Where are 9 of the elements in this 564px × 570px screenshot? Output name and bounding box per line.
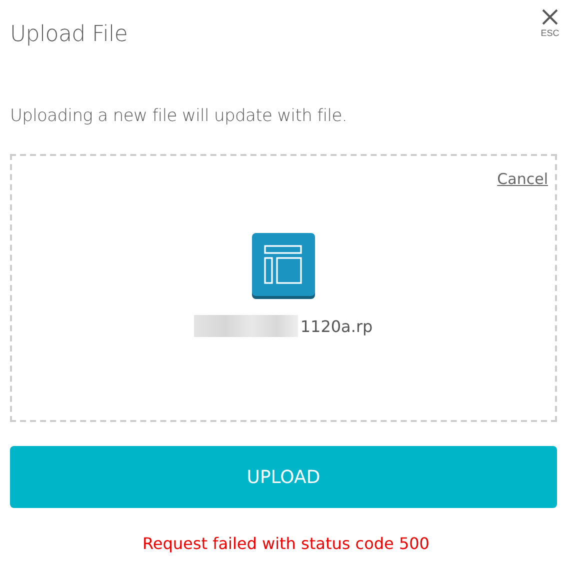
file-icon <box>252 233 315 299</box>
close-button[interactable]: ESC <box>536 8 564 60</box>
drop-zone[interactable]: Cancel 1120a.rp <box>10 154 557 422</box>
dialog-title: Upload File <box>10 22 128 49</box>
cancel-link[interactable]: Cancel <box>497 170 548 188</box>
file-name: 1120a.rp <box>300 316 373 336</box>
description-text: Uploading a new file will update with file. <box>10 106 348 126</box>
close-icon <box>541 8 559 26</box>
error-message: Request failed with status code 500 <box>142 534 430 553</box>
